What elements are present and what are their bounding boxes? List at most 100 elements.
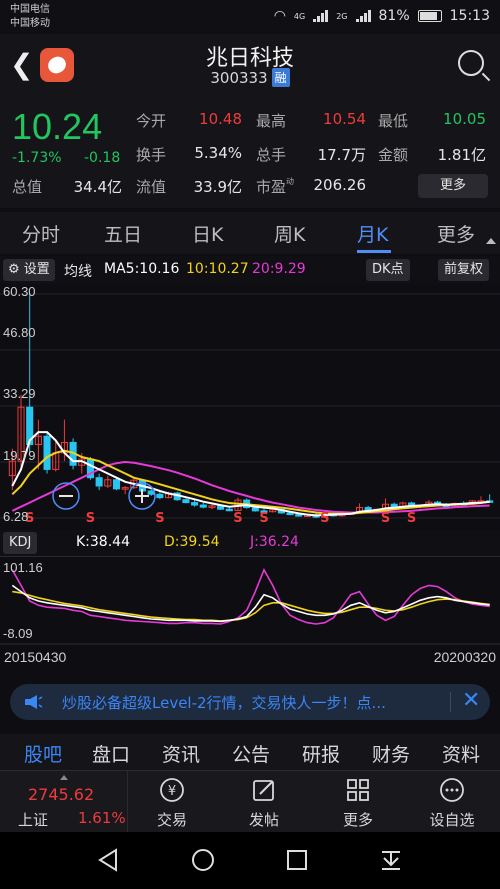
tab-five-day[interactable]: 五日 xyxy=(104,220,142,247)
yuan-circle-icon: ¥ xyxy=(160,778,184,802)
high-label: 最高 xyxy=(256,112,287,130)
candle-down xyxy=(191,502,199,506)
battery-percent: 81% xyxy=(378,8,410,24)
status-bar: 中国电信 中国移动 ◠ 4G 2G 81% 15:13 xyxy=(0,0,500,34)
ma10-line xyxy=(11,449,490,515)
trade-button[interactable]: ¥ 交易 xyxy=(132,771,212,833)
tab-news[interactable]: 资讯 xyxy=(162,740,200,767)
more-tools-label: 更多 xyxy=(342,811,373,829)
tab-more-periods[interactable]: 更多 xyxy=(437,220,475,247)
tab-daily-k[interactable]: 日K xyxy=(192,220,223,247)
trade-label: 交易 xyxy=(156,811,187,829)
candle-down xyxy=(112,479,121,490)
index-percent: 1.61% xyxy=(78,809,126,827)
total-cap-label: 总值 xyxy=(12,178,43,196)
quote-more-button[interactable]: 更多 xyxy=(418,174,488,198)
indicator-bar: ⚙ 设置 均线 MA5:10.16 10:10.27 20:9.29 DK点 前… xyxy=(0,256,500,284)
low-label: 最低 xyxy=(378,112,409,130)
chart-settings-button[interactable]: ⚙ 设置 xyxy=(3,259,55,281)
kdj-k-value: K:38.44 xyxy=(76,534,130,550)
edit-icon xyxy=(253,780,274,801)
tab-monthly-k[interactable]: 月K xyxy=(357,220,388,247)
more-circle-icon xyxy=(440,778,464,802)
open-label: 今开 xyxy=(136,112,167,130)
zoom-out-icon[interactable] xyxy=(52,482,80,510)
kdj-chart[interactable]: 101.16 -8.09 20150430 20200320 xyxy=(0,556,500,670)
battery-icon xyxy=(417,10,442,22)
tab-announcements[interactable]: 公告 xyxy=(232,740,270,767)
float-cap-value: 33.9亿 xyxy=(193,178,242,196)
turnover-label: 换手 xyxy=(136,146,167,164)
volume-label: 总手 xyxy=(256,146,287,164)
more-dropdown-icon xyxy=(486,238,496,244)
sell-marker: S xyxy=(86,511,95,526)
close-icon[interactable]: ✕ xyxy=(462,688,480,713)
kdj-selector[interactable]: KDJ xyxy=(3,532,38,554)
nav-back-icon[interactable] xyxy=(96,847,122,873)
ad-banner[interactable]: 炒股必备超级Level-2行情，交易快人一步！点... ✕ xyxy=(10,684,490,720)
adjust-price-button[interactable]: 前复权 xyxy=(438,259,490,281)
add-watchlist-label: 设自选 xyxy=(429,811,475,829)
system-nav-bar xyxy=(0,832,500,889)
tab-research[interactable]: 研报 xyxy=(302,740,340,767)
tab-intraday[interactable]: 分时 xyxy=(22,220,60,247)
price-axis-label: 33.29 xyxy=(3,386,36,401)
nav-home-icon[interactable] xyxy=(190,847,216,873)
wifi-icon: ◠ xyxy=(273,8,286,24)
network-4g: 4G xyxy=(293,11,306,21)
open-value: 10.48 xyxy=(199,110,242,128)
kdj-bar: KDJ K:38.44 D:39.54 J:36.24 xyxy=(0,530,500,556)
candle-down xyxy=(286,512,294,516)
more-tools-button[interactable]: 更多 xyxy=(318,771,398,833)
sell-marker: S xyxy=(259,511,268,526)
tab-profile[interactable]: 资料 xyxy=(442,740,480,767)
candle-down xyxy=(182,499,190,504)
dk-point-button[interactable]: DK点 xyxy=(366,259,410,281)
kdj-axis-bottom: -8.09 xyxy=(3,626,33,641)
bottom-toolbar: 2745.62 上证 1.61% ¥ 交易 发帖 更多 设自选 xyxy=(0,770,500,833)
sell-marker: S xyxy=(155,511,164,526)
nav-notification-icon[interactable] xyxy=(378,847,404,873)
candle-down xyxy=(225,508,233,512)
ad-text: 炒股必备超级Level-2行情，交易快人一步！点... xyxy=(62,694,386,712)
candlestick-chart[interactable]: S S S S S S S S60.3046.8033.2919.796.28 xyxy=(0,284,500,530)
quote-panel: 10.24 -1.73% -0.18 总值 34.4亿 今开 10.48 最高 … xyxy=(0,96,500,208)
float-cap-label: 流值 xyxy=(136,178,167,196)
period-tabs: 分时 五日 日K 周K 月K 更多 xyxy=(0,212,500,254)
price-axis-label: 46.80 xyxy=(3,325,36,340)
pe-value: 206.26 xyxy=(313,176,367,194)
tab-order-book[interactable]: 盘口 xyxy=(92,740,130,767)
total-cap: 34.4亿 xyxy=(73,178,122,196)
system-indicators: ◠ 4G 2G 81% 15:13 xyxy=(274,8,490,24)
amount-value: 1.81亿 xyxy=(437,146,486,164)
nav-recents-icon[interactable] xyxy=(284,847,310,873)
grid-icon xyxy=(347,779,369,801)
ma5-value: MA5:10.16 xyxy=(104,261,180,277)
search-icon[interactable] xyxy=(458,50,484,76)
date-end: 20200320 xyxy=(434,649,497,665)
price-axis-label: 6.28 xyxy=(3,509,28,524)
ma5-line xyxy=(11,431,490,517)
tab-forum[interactable]: 股吧 xyxy=(24,740,62,767)
tab-financials[interactable]: 财务 xyxy=(372,740,410,767)
add-watchlist-button[interactable]: 设自选 xyxy=(412,771,492,833)
tab-weekly-k[interactable]: 周K xyxy=(274,220,305,247)
post-label: 发帖 xyxy=(248,811,279,829)
margin-badge: 融 xyxy=(271,68,290,87)
kdj-axis-top: 101.16 xyxy=(3,560,43,575)
active-tab-indicator xyxy=(357,250,391,253)
index-ticker[interactable]: 2745.62 上证 1.61% xyxy=(0,771,128,833)
stock-code-row: 300333 融 xyxy=(0,68,500,87)
post-button[interactable]: 发帖 xyxy=(224,771,304,833)
candle-down xyxy=(295,514,303,517)
back-icon[interactable]: ❮ xyxy=(10,48,33,81)
signal-icon xyxy=(313,10,329,22)
pe-superscript: 动 xyxy=(286,177,295,186)
last-price: 10.24 xyxy=(12,106,103,147)
candle-down xyxy=(43,435,51,470)
app-logo[interactable] xyxy=(40,48,74,82)
svg-text:¥: ¥ xyxy=(168,784,176,799)
signal-icon-2 xyxy=(355,10,371,22)
volume-value: 17.7万 xyxy=(317,146,366,164)
candle-down xyxy=(251,507,259,512)
